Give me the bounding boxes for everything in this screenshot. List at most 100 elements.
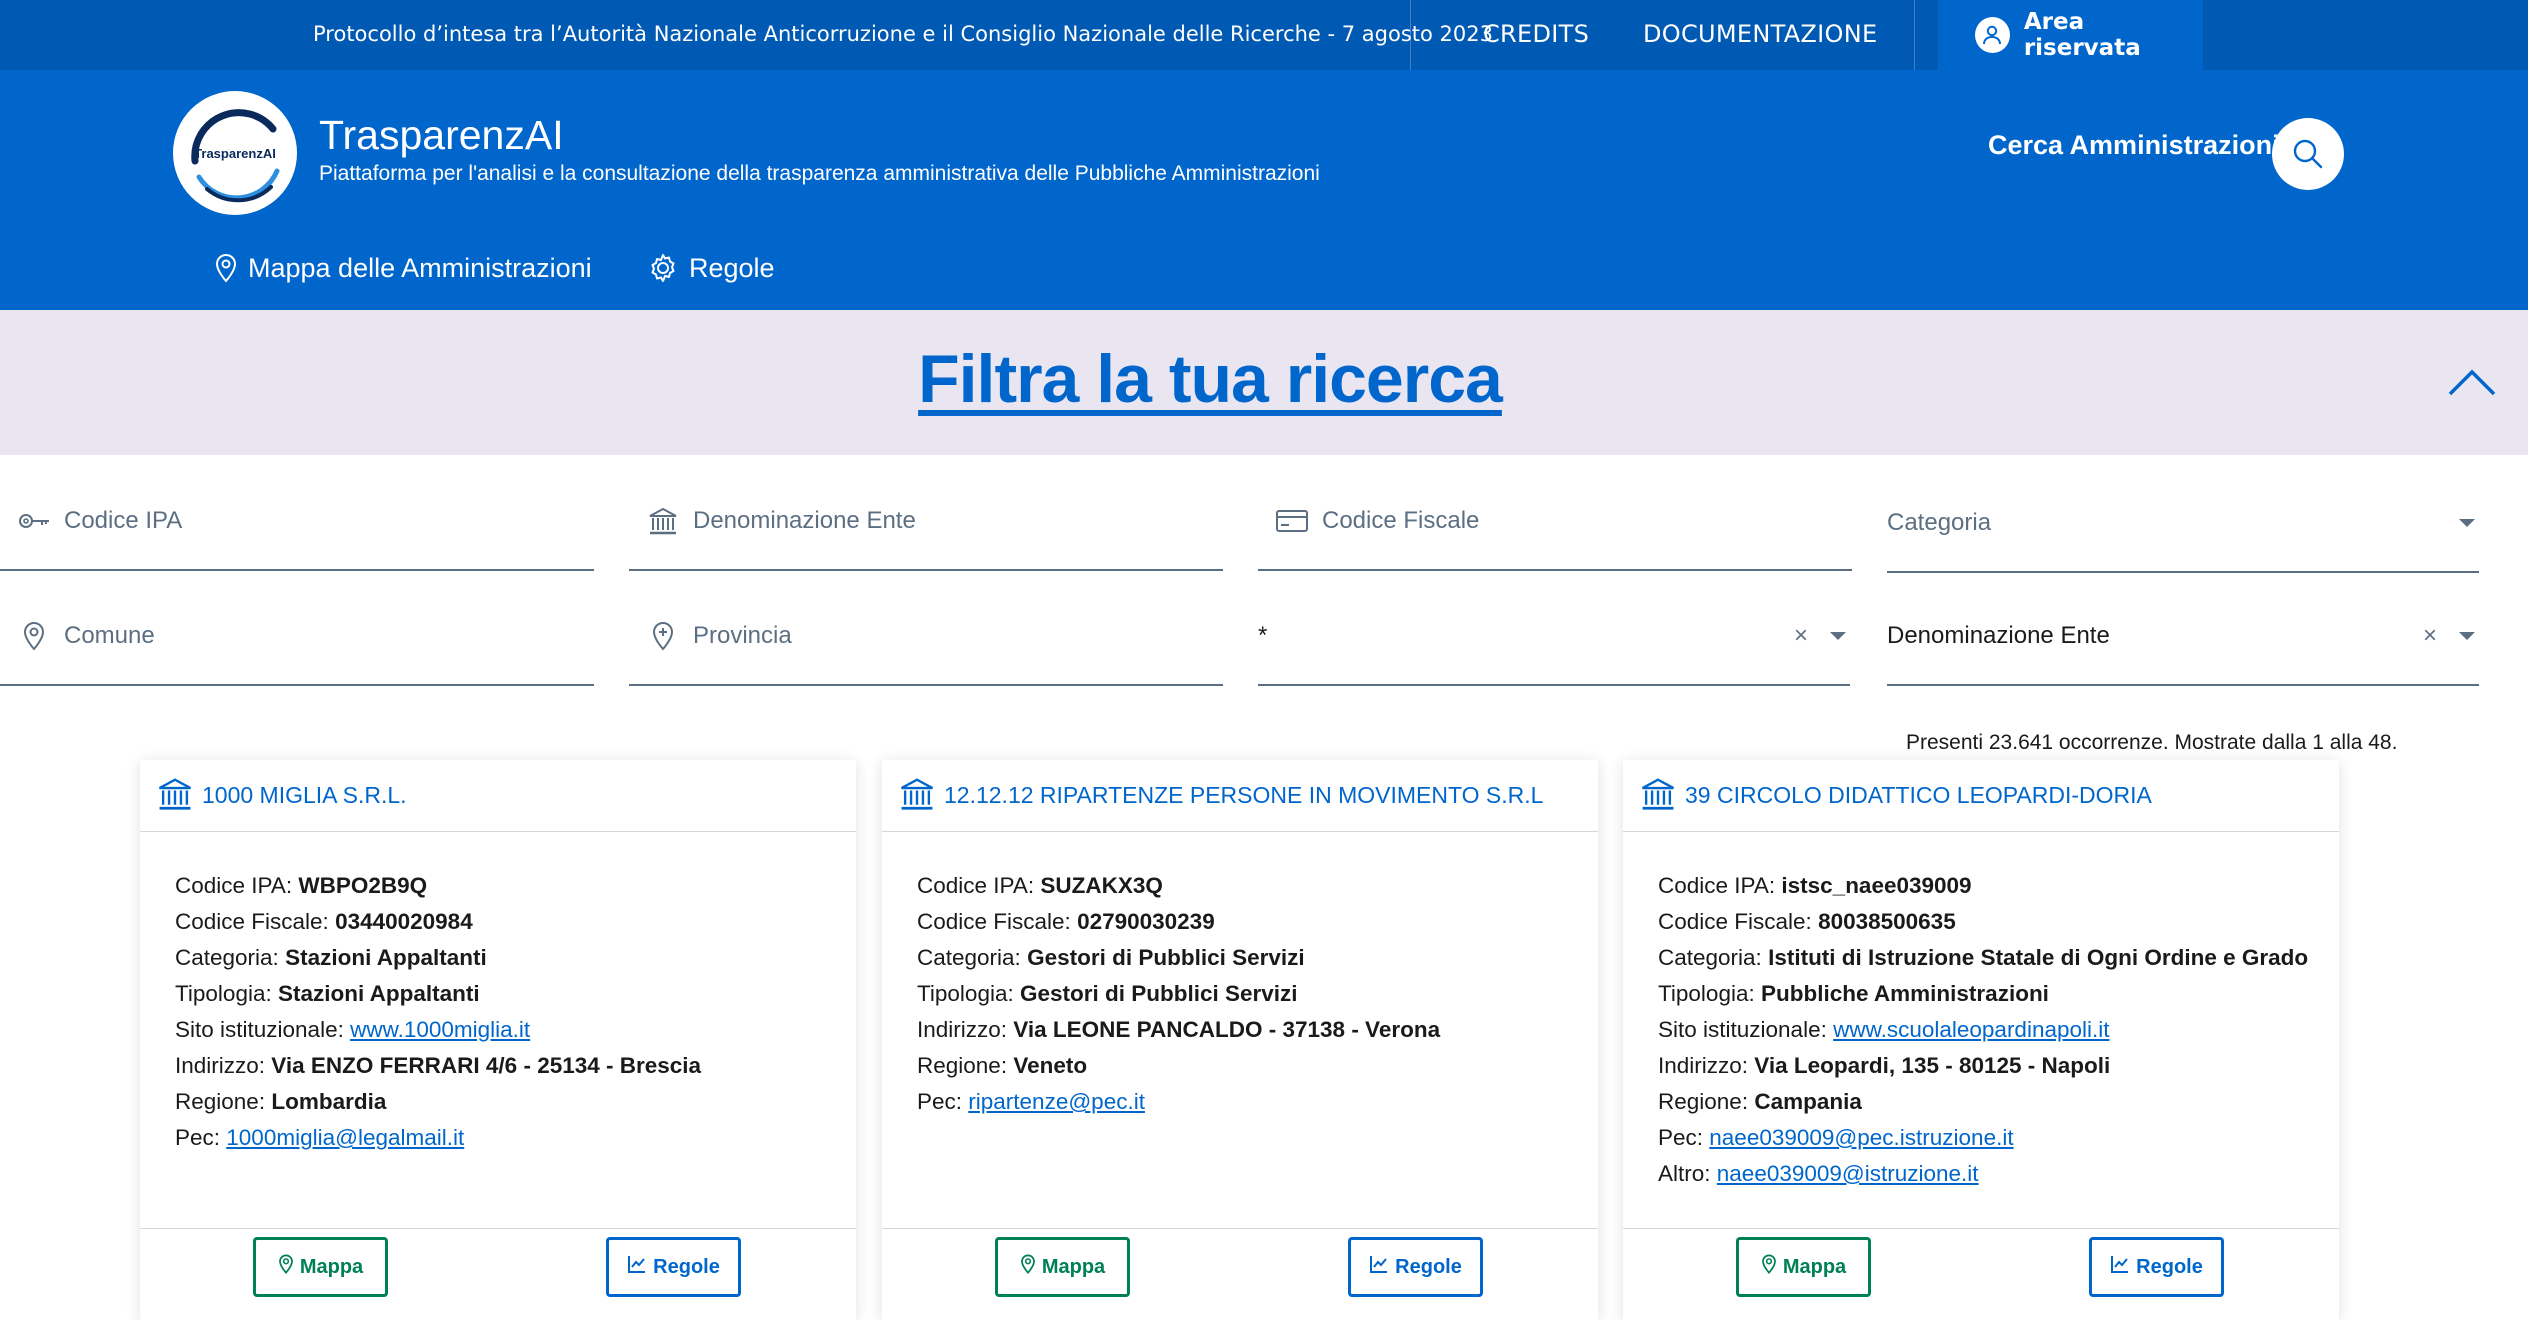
chart-icon xyxy=(2110,1254,2130,1280)
card-row: Codice IPA: WBPO2B9Q xyxy=(175,868,821,904)
card-body: Codice IPA: istsc_naee039009 Codice Fisca… xyxy=(1623,832,2339,1192)
nav-mappa-amministrazioni[interactable]: Mappa delle Amministrazioni xyxy=(214,248,592,288)
sort-select[interactable]: Denominazione Ente × xyxy=(1887,588,2479,686)
bank-icon xyxy=(1639,775,1677,817)
mappa-button[interactable]: Mappa xyxy=(253,1237,388,1297)
card-label: Codice IPA: xyxy=(175,873,299,898)
categoria-select[interactable]: Categoria xyxy=(1887,475,2479,573)
denominazione-ente-field[interactable]: Denominazione Ente xyxy=(629,473,1223,571)
clear-icon[interactable]: × xyxy=(2423,622,2437,650)
card-row: Sito istituzionale: www.scuolaleopardina… xyxy=(1658,1012,2304,1048)
card-row: Sito istituzionale: www.1000miglia.it xyxy=(175,1012,821,1048)
card-link[interactable]: naee039009@istruzione.it xyxy=(1717,1161,1979,1186)
area-riservata-button[interactable]: Area riservata xyxy=(1938,0,2203,70)
wildcard-select[interactable]: * × xyxy=(1258,588,1850,686)
nav-regole[interactable]: Regole xyxy=(647,248,775,288)
mappa-label: Mappa xyxy=(1782,1255,1847,1278)
card-value: Veneto xyxy=(1013,1053,1088,1078)
card-link[interactable]: ripartenze@pec.it xyxy=(968,1089,1145,1114)
card-label: Codice Fiscale: xyxy=(917,909,1078,934)
collapse-filter-button[interactable] xyxy=(2446,362,2498,402)
card-label: Tipologia: xyxy=(1658,981,1761,1006)
card-title[interactable]: 1000 MIGLIA S.R.L. xyxy=(202,782,407,809)
card-body: Codice IPA: WBPO2B9Q Codice Fiscale: 0344… xyxy=(140,832,856,1156)
card-label: Pec: xyxy=(175,1125,227,1150)
card-title[interactable]: 39 CIRCOLO DIDATTICO LEOPARDI-DORIA xyxy=(1685,782,2152,809)
chart-icon xyxy=(1369,1254,1389,1280)
regole-label: Regole xyxy=(653,1255,720,1278)
regole-label: Regole xyxy=(1395,1255,1462,1278)
card-label: Indirizzo: xyxy=(175,1053,272,1078)
card-label: Pec: xyxy=(917,1089,969,1114)
header: TrasparenzAI TrasparenzAI Piattaforma pe… xyxy=(0,70,2528,310)
codice-ipa-field[interactable]: Codice IPA xyxy=(0,473,594,571)
card-label: Altro: xyxy=(1658,1161,1717,1186)
chart-icon xyxy=(627,1254,647,1280)
card-row: Indirizzo: Via LEONE PANCALDO - 37138 - … xyxy=(917,1012,1563,1048)
result-card: 1000 MIGLIA S.R.L. Codice IPA: WBPO2B9Q C… xyxy=(140,760,856,1320)
comune-placeholder: Comune xyxy=(64,622,155,649)
regole-button[interactable]: Regole xyxy=(2089,1237,2224,1297)
card-label: Regione: xyxy=(1658,1089,1755,1114)
card-title[interactable]: 12.12.12 RIPARTENZE PERSONE IN MOVIMENTO… xyxy=(944,782,1543,809)
regole-button[interactable]: Regole xyxy=(1348,1237,1483,1297)
map-pin-icon xyxy=(1020,1254,1036,1280)
card-label: Regione: xyxy=(175,1089,272,1114)
card-icon xyxy=(1262,508,1322,534)
divider xyxy=(1914,0,1915,70)
card-row: Tipologia: Stazioni Appaltanti xyxy=(175,976,821,1012)
denominazione-placeholder: Denominazione Ente xyxy=(693,507,916,534)
card-label: Codice Fiscale: xyxy=(175,909,336,934)
card-link[interactable]: naee039009@pec.istruzione.it xyxy=(1709,1125,2013,1150)
credits-link[interactable]: CREDITS xyxy=(1483,0,1589,70)
protocol-text: Protocollo d’intesa tra l’Autorità Nazio… xyxy=(313,22,1493,46)
card-row: Tipologia: Gestori di Pubblici Servizi xyxy=(917,976,1563,1012)
card-label: Categoria: xyxy=(175,945,286,970)
card-link[interactable]: www.1000miglia.it xyxy=(350,1017,530,1042)
card-row: Codice Fiscale: 02790030239 xyxy=(917,904,1563,940)
card-row: Pec: naee039009@pec.istruzione.it xyxy=(1658,1120,2304,1156)
mappa-button[interactable]: Mappa xyxy=(1736,1237,1871,1297)
brand-logo[interactable]: TrasparenzAI xyxy=(173,91,297,215)
filter-banner: Filtra la tua ricerca xyxy=(0,310,2528,455)
codice-ipa-placeholder: Codice IPA xyxy=(64,507,183,534)
card-row: Codice IPA: istsc_naee039009 xyxy=(1658,868,2304,904)
sort-value: Denominazione Ente xyxy=(1887,622,2110,649)
card-value: Gestori di Pubblici Servizi xyxy=(1019,981,1298,1006)
card-label: Categoria: xyxy=(1658,945,1769,970)
card-label: Sito istituzionale: xyxy=(175,1017,351,1042)
map-pin-plus-icon xyxy=(633,621,693,651)
card-link[interactable]: 1000miglia@legalmail.it xyxy=(226,1125,464,1150)
wildcard-value: * xyxy=(1258,622,1268,649)
site-title[interactable]: TrasparenzAI xyxy=(319,112,564,159)
comune-field[interactable]: Comune xyxy=(0,588,594,686)
card-row: Categoria: Istituti di Istruzione Statal… xyxy=(1658,940,2308,976)
mappa-button[interactable]: Mappa xyxy=(995,1237,1130,1297)
search-icon xyxy=(2293,139,2323,169)
results-count: Presenti 23.641 occorrenze. Mostrate dal… xyxy=(1906,731,2398,754)
codice-fiscale-field[interactable]: Codice Fiscale xyxy=(1258,473,1852,571)
codice-fiscale-placeholder: Codice Fiscale xyxy=(1322,507,1480,534)
card-link[interactable]: www.scuolaleopardinapoli.it xyxy=(1833,1017,2109,1042)
filter-title[interactable]: Filtra la tua ricerca xyxy=(0,340,2420,418)
bank-icon xyxy=(156,775,194,817)
card-label: Codice Fiscale: xyxy=(1658,909,1819,934)
site-subtitle: Piattaforma per l'analisi e la consultaz… xyxy=(319,162,1320,185)
search-button[interactable] xyxy=(2272,118,2344,190)
card-row: Codice Fiscale: 03440020984 xyxy=(175,904,821,940)
search-label: Cerca Amministrazioni xyxy=(1988,130,2280,160)
clear-icon[interactable]: × xyxy=(1794,622,1808,650)
nav-label: Mappa delle Amministrazioni xyxy=(248,252,592,283)
map-pin-icon xyxy=(1761,1254,1777,1280)
regole-button[interactable]: Regole xyxy=(606,1237,741,1297)
categoria-placeholder: Categoria xyxy=(1887,509,1992,536)
card-footer: Mappa Regole xyxy=(882,1228,1598,1320)
bank-icon xyxy=(898,775,936,817)
card-row: Pec: ripartenze@pec.it xyxy=(917,1084,1563,1120)
bank-icon xyxy=(633,505,693,537)
documentazione-link[interactable]: DOCUMENTAZIONE xyxy=(1643,0,1877,70)
provincia-field[interactable]: Provincia xyxy=(629,588,1223,686)
card-value: Pubbliche Amministrazioni xyxy=(1760,981,2049,1006)
card-row: Indirizzo: Via Leopardi, 135 - 80125 - N… xyxy=(1658,1048,2304,1084)
card-label: Sito istituzionale: xyxy=(1658,1017,1834,1042)
